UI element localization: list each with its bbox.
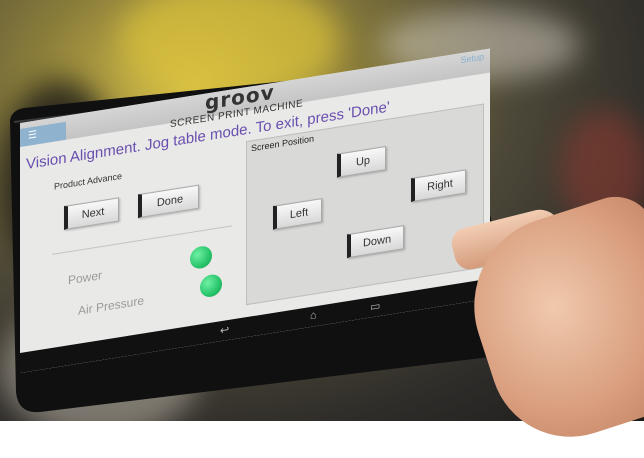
screen-position-title: Screen Position <box>251 133 315 154</box>
up-button[interactable]: Up <box>337 146 386 178</box>
menu-button[interactable]: ☰ <box>20 121 66 147</box>
power-label: Power <box>68 268 103 288</box>
down-button[interactable]: Down <box>347 225 404 259</box>
air-pressure-indicator-led <box>200 273 222 299</box>
right-button[interactable]: Right <box>411 169 466 203</box>
screen-position-panel: Screen Position Up Left Right Down <box>246 103 484 306</box>
setup-link[interactable]: Setup <box>460 52 484 66</box>
air-pressure-label: Air Pressure <box>78 293 145 318</box>
home-icon[interactable]: ⌂ <box>310 309 317 322</box>
next-button[interactable]: Next <box>64 197 119 231</box>
done-button[interactable]: Done <box>138 184 199 219</box>
recent-apps-icon[interactable]: ▭ <box>370 299 380 314</box>
left-button[interactable]: Left <box>273 198 322 230</box>
product-advance-label: Product Advance <box>54 170 123 192</box>
power-indicator-led <box>190 244 212 271</box>
back-icon[interactable]: ↩ <box>220 323 229 337</box>
menu-icon: ☰ <box>28 129 37 142</box>
